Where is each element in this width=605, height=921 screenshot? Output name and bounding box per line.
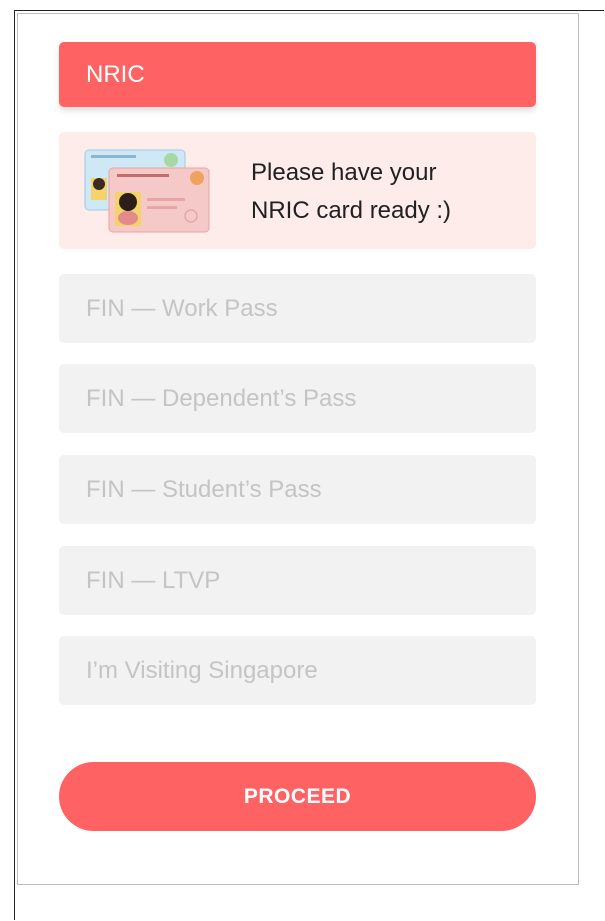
option-fin-work-pass[interactable]: FIN — Work Pass	[59, 274, 536, 343]
nric-info-text: Please have your NRIC card ready :)	[251, 154, 521, 230]
option-nric[interactable]: NRIC	[59, 42, 536, 107]
info-line-1: Please have your	[251, 159, 437, 186]
option-fin-ltvp[interactable]: FIN — LTVP	[59, 546, 536, 615]
proceed-button[interactable]: PROCEED	[59, 762, 536, 831]
option-fin-dependents-pass[interactable]: FIN — Dependent’s Pass	[59, 364, 536, 433]
option-visiting-singapore[interactable]: I’m Visiting Singapore	[59, 636, 536, 705]
nric-info-card: Please have your NRIC card ready :)	[59, 132, 536, 249]
info-line-2: NRIC card ready :)	[251, 197, 452, 224]
option-fin-students-pass[interactable]: FIN — Student’s Pass	[59, 455, 536, 524]
id-type-screen: NRIC Please have your NRIC card ready :)…	[17, 13, 579, 885]
nric-cards-illustration-icon	[84, 149, 210, 233]
